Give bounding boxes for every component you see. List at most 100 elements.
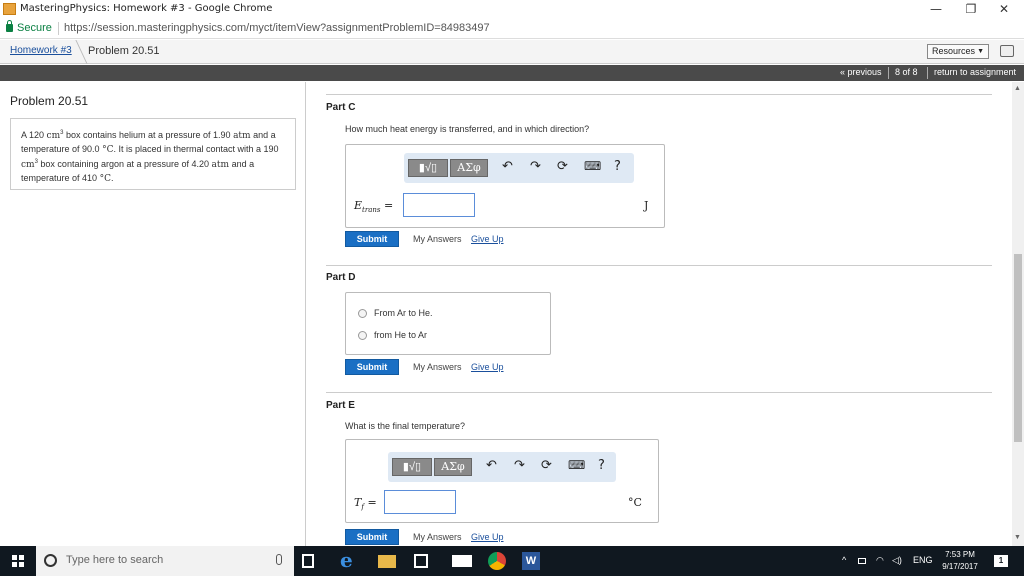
wifi-icon[interactable]: ◠ — [876, 555, 884, 566]
resources-label: Resources — [932, 46, 976, 56]
part-divider — [326, 392, 992, 393]
problem-title: Problem 20.51 — [10, 94, 89, 108]
part-e-unit: °C — [628, 496, 642, 509]
taskbar-clock[interactable]: 7:53 PM 9/17/2017 — [938, 549, 982, 573]
parts-pane: Part C How much heat energy is transferr… — [307, 82, 1012, 546]
part-e-give-up[interactable]: Give Up — [471, 532, 504, 542]
part-c-unit: J — [644, 199, 649, 212]
page-scrollbar[interactable]: ▲ ▼ — [1012, 82, 1024, 546]
part-d-answer-box: From Ar to He. from He to Ar — [345, 292, 551, 355]
breadcrumb-homework-link[interactable]: Homework #3 — [10, 45, 72, 56]
breadcrumb-current: Problem 20.51 — [88, 45, 160, 57]
microphone-icon[interactable] — [276, 554, 282, 565]
language-indicator[interactable]: ENG — [913, 555, 933, 565]
option-ar-to-he[interactable]: From Ar to He. — [374, 308, 433, 318]
part-c-my-answers[interactable]: My Answers — [413, 234, 462, 244]
secure-label: Secure — [17, 22, 52, 34]
part-e-submit-button[interactable]: Submit — [345, 529, 399, 545]
problem-position: 8 of 8 — [895, 67, 918, 77]
url-text[interactable]: https://session.masteringphysics.com/myc… — [64, 22, 490, 34]
keyboard-icon[interactable]: ⌨ — [568, 458, 585, 472]
part-e-answer-box: ▮√▯ ΑΣφ ↶ ↷ ⟳ ⌨ ? Tf = °C — [345, 439, 659, 523]
close-button[interactable]: ✕ — [989, 0, 1019, 19]
search-placeholder: Type here to search — [66, 554, 164, 566]
part-d-title: Part D — [326, 272, 356, 283]
notification-icon[interactable]: 1 — [994, 555, 1008, 567]
clock-time: 7:53 PM — [945, 550, 975, 559]
redo-icon[interactable]: ↷ — [530, 159, 541, 174]
part-e-title: Part E — [326, 400, 355, 411]
problem-pane: Problem 20.51 A 120 cm3 box contains hel… — [0, 82, 306, 546]
radio-ar-to-he[interactable] — [358, 309, 367, 318]
scroll-down-icon[interactable]: ▼ — [1014, 534, 1021, 541]
help-icon[interactable]: ? — [614, 159, 621, 174]
keyboard-icon[interactable]: ⌨ — [584, 159, 601, 173]
taskbar-search-box[interactable]: Type here to search — [36, 546, 294, 576]
mastering-physics-favicon — [3, 3, 16, 15]
nav-separator — [927, 67, 928, 79]
volume-icon[interactable]: ◁) — [892, 555, 902, 566]
window-title: MasteringPhysics: Homework #3 - Google C… — [20, 3, 273, 14]
edge-icon[interactable]: e — [340, 548, 358, 572]
dropdown-arrow-icon: ▼ — [977, 48, 984, 55]
scrollbar-thumb[interactable] — [1014, 254, 1022, 442]
print-icon[interactable] — [1000, 45, 1014, 57]
chrome-icon[interactable] — [488, 552, 506, 570]
redo-icon[interactable]: ↷ — [514, 458, 525, 473]
part-c-variable: Etrans = — [354, 199, 394, 215]
part-c-answer-box: ▮√▯ ΑΣφ ↶ ↷ ⟳ ⌨ ? Etrans = J — [345, 144, 665, 228]
templates-button[interactable]: ▮√▯ — [408, 159, 448, 177]
part-c-math-toolbar: ▮√▯ ΑΣφ ↶ ↷ ⟳ ⌨ ? — [404, 153, 634, 183]
part-c-submit-button[interactable]: Submit — [345, 231, 399, 247]
part-c-answer-input[interactable] — [403, 193, 475, 217]
part-e-math-toolbar: ▮√▯ ΑΣφ ↶ ↷ ⟳ ⌨ ? — [388, 452, 616, 482]
word-icon[interactable]: W — [522, 552, 540, 570]
part-d-give-up[interactable]: Give Up — [471, 362, 504, 372]
part-d-my-answers[interactable]: My Answers — [413, 362, 462, 372]
undo-icon[interactable]: ↶ — [502, 159, 513, 174]
file-explorer-icon[interactable] — [378, 555, 396, 568]
undo-icon[interactable]: ↶ — [486, 458, 497, 473]
windows-start-icon[interactable] — [12, 555, 24, 567]
part-d-submit-button[interactable]: Submit — [345, 359, 399, 375]
app-header: Homework #3 Problem 20.51 Resources ▼ — [0, 40, 1024, 64]
tray-chevron-icon[interactable]: ^ — [842, 555, 846, 565]
part-e-question: What is the final temperature? — [345, 421, 466, 431]
restore-button[interactable]: ❐ — [956, 0, 986, 19]
lock-icon — [6, 20, 13, 32]
address-bar[interactable]: Secure https://session.masteringphysics.… — [0, 19, 1024, 39]
windows-taskbar: Type here to search e W ^ ◠ ◁) ENG 7:53 … — [0, 546, 1024, 576]
scroll-up-icon[interactable]: ▲ — [1014, 85, 1021, 92]
problem-statement: A 120 cm3 box contains helium at a press… — [10, 118, 296, 190]
part-e-answer-input[interactable] — [384, 490, 456, 514]
address-separator — [58, 22, 59, 35]
part-c-title: Part C — [326, 102, 356, 113]
reset-icon[interactable]: ⟳ — [541, 458, 552, 473]
reset-icon[interactable]: ⟳ — [557, 159, 568, 174]
help-icon[interactable]: ? — [598, 458, 605, 473]
symbols-button[interactable]: ΑΣφ — [434, 458, 472, 476]
resources-dropdown[interactable]: Resources ▼ — [927, 44, 989, 59]
store-icon[interactable] — [414, 554, 428, 568]
nav-separator — [888, 67, 889, 79]
battery-icon[interactable] — [858, 558, 866, 564]
part-c-question: How much heat energy is transferred, and… — [345, 124, 590, 134]
templates-button[interactable]: ▮√▯ — [392, 458, 432, 476]
clock-date: 9/17/2017 — [942, 562, 978, 571]
part-divider — [326, 265, 992, 266]
part-c-give-up[interactable]: Give Up — [471, 234, 504, 244]
option-he-to-ar[interactable]: from He to Ar — [374, 330, 427, 340]
return-to-assignment-link[interactable]: return to assignment — [934, 67, 1016, 77]
browser-title-bar: MasteringPhysics: Homework #3 - Google C… — [0, 0, 1024, 19]
part-e-my-answers[interactable]: My Answers — [413, 532, 462, 542]
part-e-variable: Tf = — [354, 496, 377, 512]
minimize-button[interactable]: — — [921, 0, 951, 19]
part-divider — [326, 94, 992, 95]
task-view-icon[interactable] — [302, 554, 314, 568]
assignment-nav: « previous 8 of 8 return to assignment — [0, 65, 1024, 81]
radio-he-to-ar[interactable] — [358, 331, 367, 340]
previous-link[interactable]: « previous — [840, 67, 882, 77]
mail-icon[interactable] — [452, 555, 472, 567]
symbols-button[interactable]: ΑΣφ — [450, 159, 488, 177]
cortana-icon — [44, 554, 57, 567]
